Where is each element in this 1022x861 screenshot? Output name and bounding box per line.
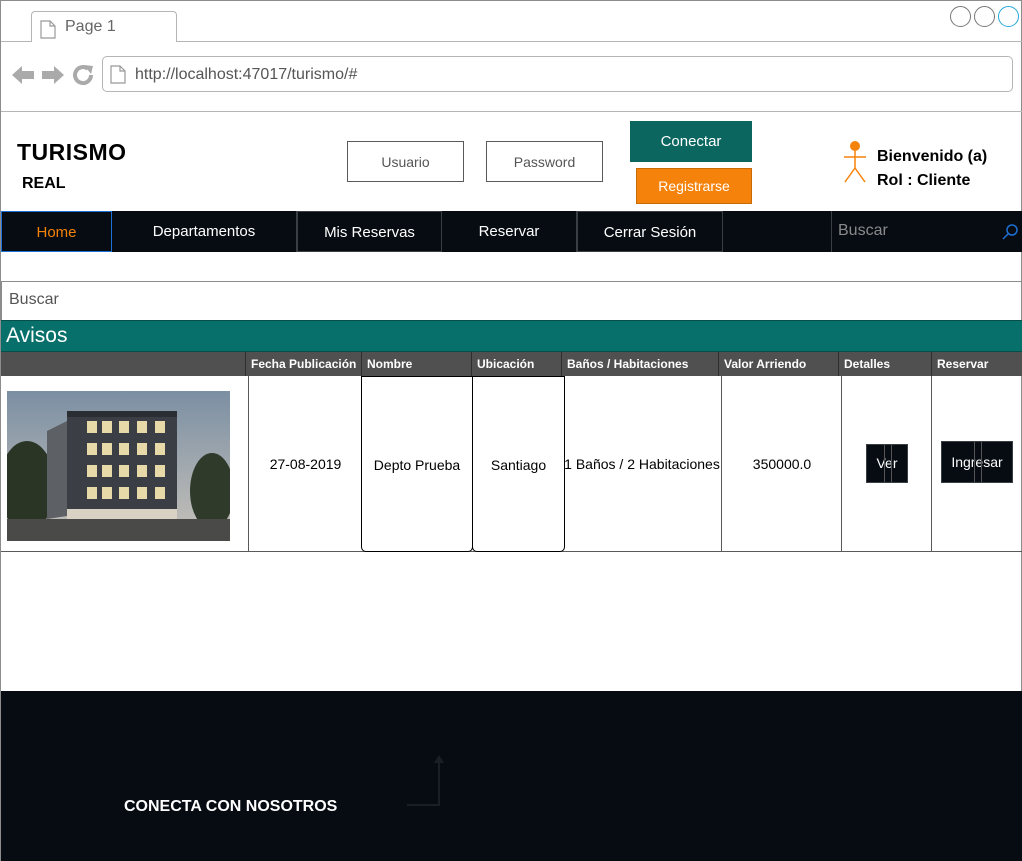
brand-title: TURISMO [17, 139, 127, 165]
cell-reservar: Ingresar [931, 376, 1022, 552]
content-search-placeholder: Buscar [9, 291, 59, 308]
browser-tab[interactable]: Page 1 [31, 11, 177, 42]
tab-bar: Page 1 [1, 1, 1022, 42]
cell-ubicacion: Santiago [472, 376, 565, 552]
nav-reservar[interactable]: Reservar [442, 211, 577, 252]
col-valor: Valor Arriendo [719, 352, 839, 376]
close-icon[interactable] [998, 6, 1019, 27]
col-fecha: Fecha Publicación [246, 352, 362, 376]
content-search[interactable]: Buscar [1, 281, 1022, 321]
arrow-up-icon [407, 755, 444, 806]
page-icon [110, 65, 126, 84]
password-input[interactable] [486, 141, 603, 182]
browser-window: Page 1 http://localhost:47017/turismo/# … [0, 0, 1022, 861]
minimize-icon[interactable] [950, 6, 971, 27]
tab-title: Page 1 [65, 18, 116, 35]
col-ubicacion: Ubicación [472, 352, 562, 376]
user-icon [844, 141, 866, 183]
ingresar-button[interactable]: Ingresar [941, 441, 1013, 483]
forward-arrow-icon[interactable] [41, 64, 65, 86]
welcome-text: Bienvenido (a) [877, 148, 988, 165]
cell-detalles: Ver [841, 376, 932, 552]
nav-departamentos[interactable]: Departamentos [112, 211, 297, 252]
button-divider [974, 442, 982, 482]
col-image [1, 352, 246, 376]
col-reservar: Reservar [937, 357, 989, 371]
cell-valor: 350000.0 [721, 376, 842, 552]
cell-nombre: Depto Prueba [361, 376, 473, 552]
col-banos: Baños / Habitaciones [562, 352, 719, 376]
search-icon[interactable] [1001, 223, 1019, 241]
table-row: 27-08-2019 Depto Prueba Santiago 1 Baños… [1, 376, 1022, 552]
maximize-icon[interactable] [974, 6, 995, 27]
register-button[interactable]: Registrarse [636, 168, 752, 204]
property-photo [7, 391, 230, 541]
cell-fecha: 27-08-2019 [248, 376, 362, 552]
connect-button[interactable]: Conectar [630, 121, 752, 162]
window-controls [950, 6, 1019, 27]
reload-icon[interactable] [71, 63, 95, 87]
col-detalles: Detalles [839, 352, 932, 376]
role-text: Rol : Cliente [877, 172, 971, 189]
back-arrow-icon[interactable] [11, 64, 35, 86]
nav-mis-reservas[interactable]: Mis Reservas [297, 211, 442, 252]
col-nombre: Nombre [362, 352, 472, 376]
button-divider [884, 445, 892, 482]
url-bar[interactable]: http://localhost:47017/turismo/# [102, 56, 1013, 92]
username-input[interactable] [347, 141, 464, 182]
nav-cerrar-sesion[interactable]: Cerrar Sesión [577, 211, 723, 252]
cell-banos: 1 Baños / 2 Habitaciones [564, 456, 720, 472]
footer-title: CONECTA CON NOSOTROS [124, 798, 338, 815]
footer: CONECTA CON NOSOTROS [1, 691, 1022, 861]
browser-nav-buttons [11, 63, 95, 87]
table-header: Fecha Publicación Nombre Ubicación Baños… [1, 352, 1022, 376]
section-title: Avisos [6, 324, 68, 347]
welcome-block: Bienvenido (a) Rol : Cliente [877, 145, 987, 193]
brand-subtitle: REAL [22, 175, 66, 192]
page-icon [40, 20, 56, 39]
ver-button[interactable]: Ver [866, 444, 908, 483]
nav-home[interactable]: Home [1, 211, 112, 252]
section-header: Avisos [1, 320, 1022, 352]
url-text: http://localhost:47017/turismo/# [135, 66, 358, 83]
nav-search-placeholder: Buscar [838, 222, 888, 239]
address-row: http://localhost:47017/turismo/# [1, 42, 1022, 112]
nav-search[interactable]: Buscar [831, 211, 1022, 252]
